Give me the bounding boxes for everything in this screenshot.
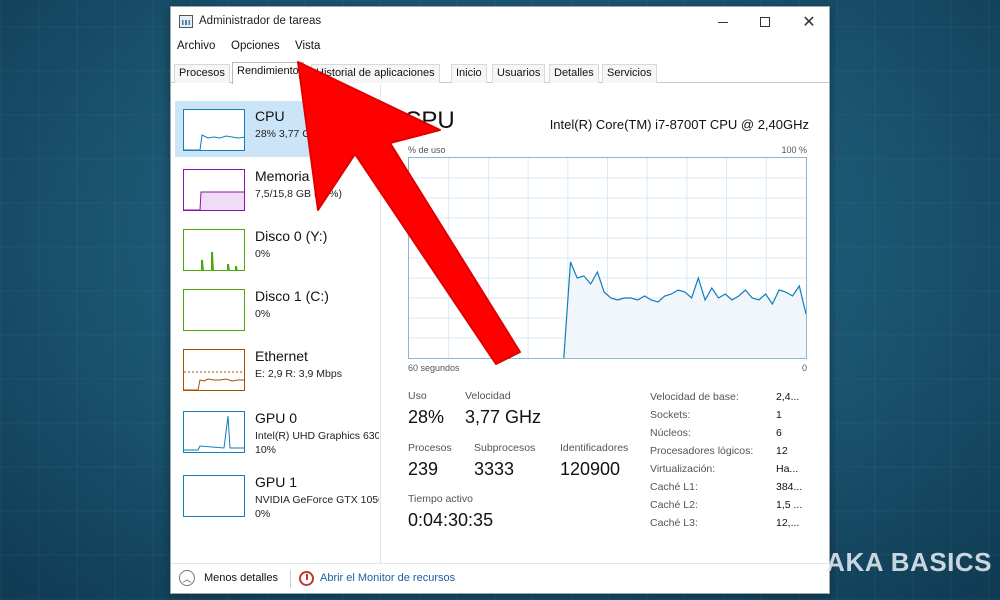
gpu1-mini-graph xyxy=(183,475,245,517)
detail-key: Núcleos: xyxy=(650,427,691,439)
sidebar-item-label: Memoria xyxy=(255,168,310,184)
maximize-button[interactable] xyxy=(751,11,779,33)
menu-vista[interactable]: Vista xyxy=(295,40,320,52)
sidebar-item-gpu-1[interactable]: GPU 1 NVIDIA GeForce GTX 1050 0% xyxy=(175,467,379,523)
cpu-model: Intel(R) Core(TM) i7-8700T CPU @ 2,40GHz xyxy=(549,117,809,132)
title-bar: Administrador de tareas ✕ xyxy=(171,7,829,37)
sidebar-item-memoria[interactable]: Memoria 7,5/15,8 GB (47%) xyxy=(175,161,379,217)
page-title: CPU xyxy=(404,107,455,134)
tab-detalles[interactable]: Detalles xyxy=(549,64,599,83)
tab-inicio[interactable]: Inicio xyxy=(451,64,487,83)
gpu0-mini-graph xyxy=(183,411,245,453)
sidebar-item-value: 28% 3,77 GHz xyxy=(255,128,324,140)
maximize-icon xyxy=(760,17,770,27)
menu-archivo[interactable]: Archivo xyxy=(177,40,215,52)
detail-value: Ha... xyxy=(776,463,799,475)
velocidad-value: 3,77 GHz xyxy=(465,407,542,427)
sidebar-item-label: Disco 0 (Y:) xyxy=(255,228,328,244)
graph-y-label: % de uso xyxy=(408,145,446,155)
detail-value: 1,5 ... xyxy=(776,499,803,511)
memory-mini-graph xyxy=(183,169,245,211)
less-details-button[interactable]: Menos detalles xyxy=(204,572,278,584)
detail-key: Velocidad de base: xyxy=(650,391,739,403)
disk0-mini-graph xyxy=(183,229,245,271)
sidebar-item-gpu-0[interactable]: GPU 0 Intel(R) UHD Graphics 630 10% xyxy=(175,403,379,459)
sidebar-item-value: 7,5/15,8 GB (47%) xyxy=(255,188,342,200)
detail-value: 6 xyxy=(776,427,782,439)
tab-procesos[interactable]: Procesos xyxy=(174,64,230,83)
uso-value: 28% xyxy=(408,407,445,427)
tab-usuarios[interactable]: Usuarios xyxy=(492,64,546,83)
ethernet-mini-graph xyxy=(183,349,245,391)
tab-servicios[interactable]: Servicios xyxy=(602,64,657,83)
close-icon: ✕ xyxy=(802,14,816,31)
disk1-mini-graph xyxy=(183,289,245,331)
sidebar-item-label: CPU xyxy=(255,108,285,124)
sidebar-item-ethernet[interactable]: Ethernet E: 2,9 R: 3,9 Mbps xyxy=(175,341,379,397)
detail-key: Caché L3: xyxy=(650,517,698,529)
sidebar-item-value: 0% xyxy=(255,308,271,320)
tiempo-label: Tiempo activo xyxy=(408,493,473,505)
sidebar-item-percent: 0% xyxy=(255,508,271,520)
sidebar-item-label: GPU 0 xyxy=(255,410,298,426)
detail-value: 12,... xyxy=(776,517,800,529)
cpu-detail-panel: CPU Intel(R) Core(TM) i7-8700T CPU @ 2,4… xyxy=(382,85,831,563)
graph-y-max: 100 % xyxy=(781,145,807,155)
detail-value: 2,4... xyxy=(776,391,800,403)
task-manager-window: Administrador de tareas ✕ Archivo Opcion… xyxy=(170,6,830,594)
task-manager-icon xyxy=(179,15,193,28)
tab-bar: Procesos Rendimiento Historial de aplica… xyxy=(171,61,829,84)
detail-key: Virtualización: xyxy=(650,463,716,475)
resource-monitor-link[interactable]: Abrir el Monitor de recursos xyxy=(320,572,455,584)
detail-key: Caché L1: xyxy=(650,481,698,493)
sidebar-item-value: 0% xyxy=(255,248,271,260)
sidebar-item-label: Ethernet xyxy=(255,348,308,364)
menu-bar: Archivo Opciones Vista xyxy=(171,37,829,57)
window-title: Administrador de tareas xyxy=(199,15,322,27)
detail-key: Sockets: xyxy=(650,409,691,421)
resource-sidebar: CPU 28% 3,77 GHz Memoria 7,5/15,8 GB (47… xyxy=(171,85,381,563)
tab-historial[interactable]: Historial de aplicaciones xyxy=(311,64,440,83)
resource-monitor-icon[interactable] xyxy=(299,571,314,586)
detail-value: 1 xyxy=(776,409,782,421)
identificadores-value: 120900 xyxy=(560,459,621,479)
sidebar-item-percent: 10% xyxy=(255,444,277,456)
cpu-usage-area xyxy=(563,262,806,358)
cpu-usage-graph xyxy=(408,157,807,359)
detail-value: 12 xyxy=(776,445,788,457)
footer-divider xyxy=(290,570,291,588)
chevron-up-icon[interactable]: ︿ xyxy=(179,570,195,586)
close-button[interactable]: ✕ xyxy=(795,11,823,33)
cpu-mini-graph xyxy=(183,109,245,151)
minimize-icon xyxy=(718,21,728,23)
sidebar-item-value: NVIDIA GeForce GTX 1050 xyxy=(255,494,379,506)
tiempo-value: 0:04:30:35 xyxy=(408,510,494,530)
velocidad-label: Velocidad xyxy=(465,390,511,402)
sidebar-item-disco-0[interactable]: Disco 0 (Y:) 0% xyxy=(175,221,379,277)
sidebar-item-value: E: 2,9 R: 3,9 Mbps xyxy=(255,368,342,380)
sidebar-item-disco-1[interactable]: Disco 1 (C:) 0% xyxy=(175,281,379,337)
procesos-label: Procesos xyxy=(408,442,452,454)
subprocesos-value: 3333 xyxy=(474,459,515,479)
sidebar-item-label: Disco 1 (C:) xyxy=(255,288,329,304)
procesos-value: 239 xyxy=(408,459,439,479)
sidebar-item-label: GPU 1 xyxy=(255,474,298,490)
footer-bar: ︿ Menos detalles Abrir el Monitor de rec… xyxy=(171,563,829,593)
sidebar-item-value: Intel(R) UHD Graphics 630 xyxy=(255,430,379,442)
minimize-button[interactable] xyxy=(709,11,737,33)
sidebar-item-cpu[interactable]: CPU 28% 3,77 GHz xyxy=(175,101,379,157)
watermark-logo: AKA BASICS xyxy=(826,547,992,577)
uso-label: Uso xyxy=(408,390,427,402)
detail-key: Caché L2: xyxy=(650,499,698,511)
menu-opciones[interactable]: Opciones xyxy=(231,40,280,52)
detail-value: 384... xyxy=(776,481,803,493)
graph-x-end: 0 xyxy=(801,363,807,373)
identificadores-label: Identificadores xyxy=(560,442,629,454)
graph-x-start: 60 segundos xyxy=(408,363,460,373)
tab-rendimiento[interactable]: Rendimiento xyxy=(232,62,304,84)
detail-key: Procesadores lógicos: xyxy=(650,445,754,457)
subprocesos-label: Subprocesos xyxy=(474,442,536,454)
